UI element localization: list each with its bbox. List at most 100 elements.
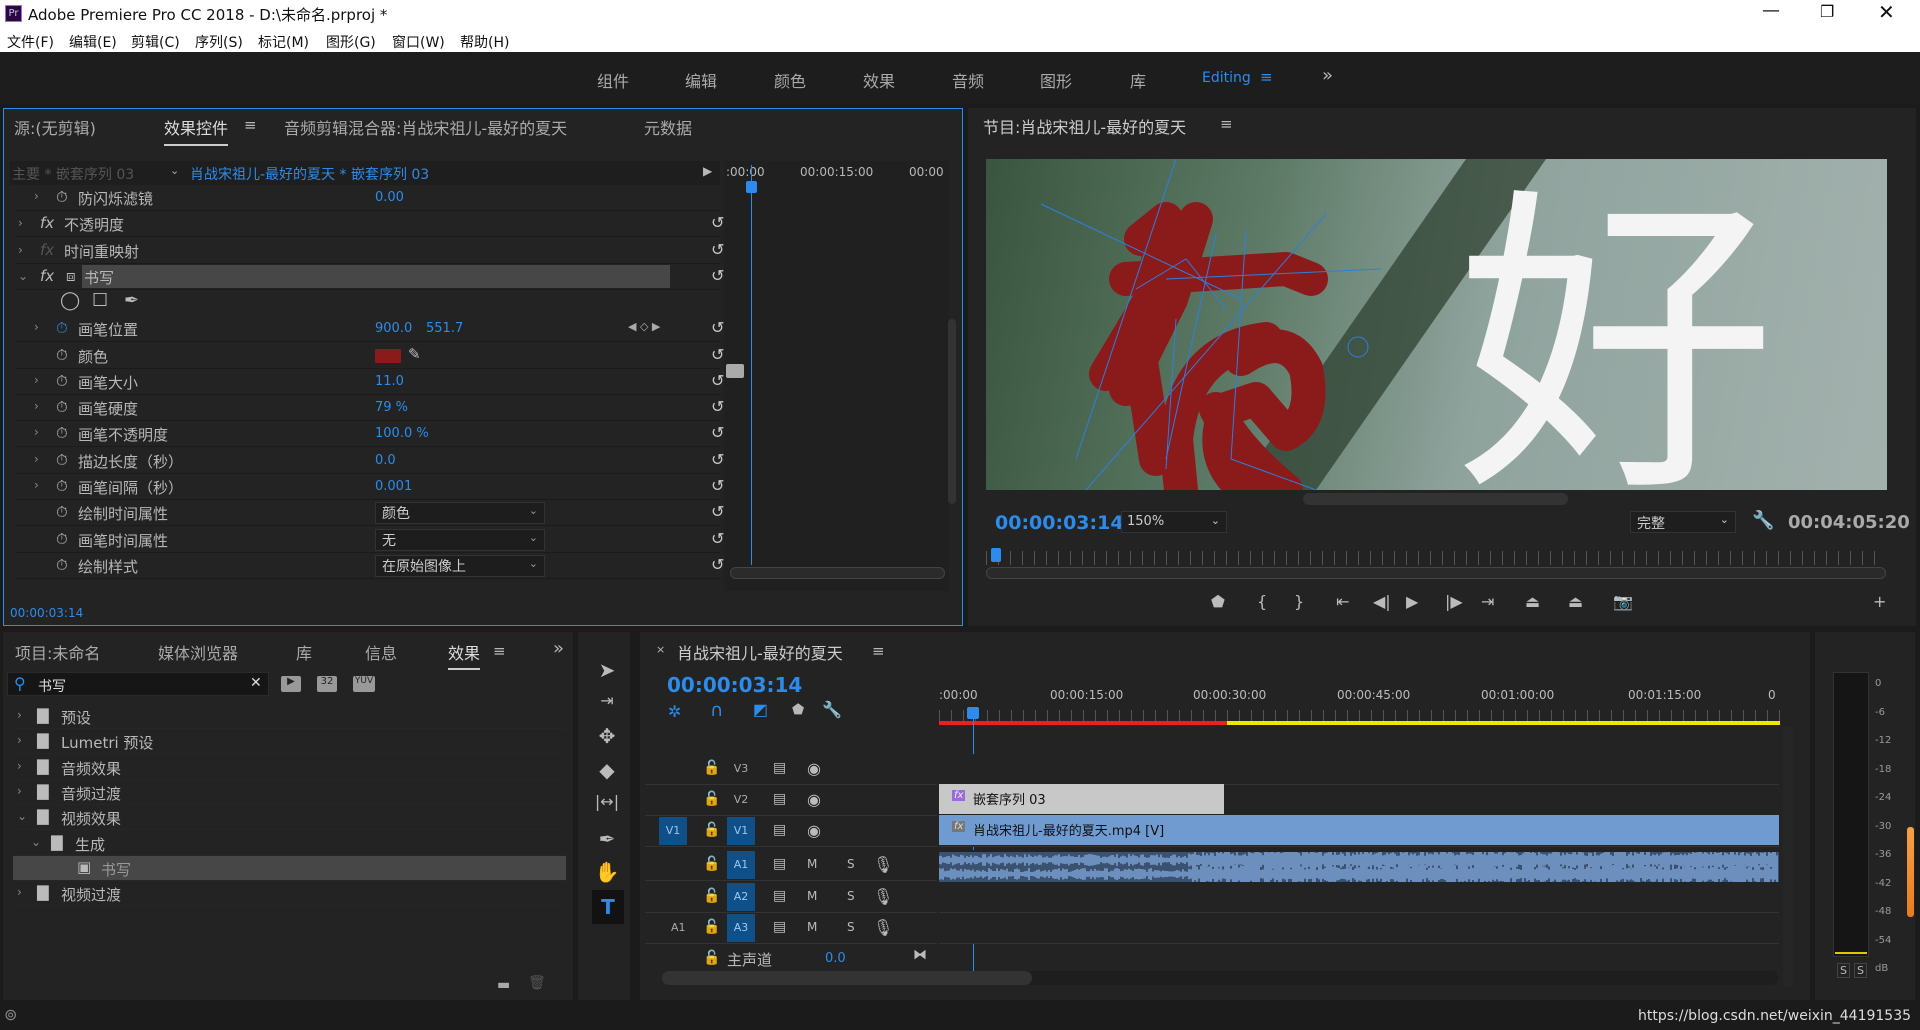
stopwatch-icon[interactable]: ⏱ bbox=[56, 372, 68, 390]
expand-chevron-icon[interactable]: › bbox=[18, 216, 23, 230]
panel-menu-icon[interactable]: ≡ bbox=[1220, 115, 1233, 133]
vertical-scrollbar[interactable] bbox=[948, 319, 956, 504]
sync-lock-icon[interactable]: ▤ bbox=[773, 791, 786, 807]
property-value[interactable]: 900.0 bbox=[375, 321, 412, 336]
menu-clip[interactable]: 剪辑(C) bbox=[131, 32, 180, 52]
chevron-right-icon[interactable]: › bbox=[17, 733, 22, 747]
property-dropdown[interactable]: 无 ⌄ bbox=[375, 528, 545, 551]
delete-icon[interactable]: 🗑 bbox=[528, 975, 546, 991]
toggle-track-output-eye-icon[interactable]: ◉ bbox=[807, 790, 821, 809]
close-button[interactable]: ✕ bbox=[1878, 0, 1895, 24]
program-playhead[interactable] bbox=[991, 548, 1001, 562]
property-value[interactable]: 79 % bbox=[375, 400, 408, 415]
accelerated-effects-filter[interactable]: ▶ bbox=[281, 676, 301, 692]
effects-tree-item[interactable]: ▣ 书写 bbox=[13, 855, 566, 881]
effects-tree-item[interactable]: › ▇ 视频过渡 bbox=[13, 881, 566, 907]
chevron-right-icon[interactable]: › bbox=[17, 759, 22, 773]
tab-effect-controls[interactable]: 效果控件 bbox=[164, 115, 229, 146]
chevron-down-icon[interactable]: ⌄ bbox=[31, 835, 41, 849]
effects-tree-item[interactable]: ⌄ ▇ 生成 bbox=[13, 831, 566, 856]
toggle-timeline-icon[interactable]: ▶ bbox=[703, 164, 712, 178]
effects-tree-item[interactable]: › ▇ 预设 bbox=[13, 704, 566, 729]
sync-lock-icon[interactable]: ▤ bbox=[773, 856, 786, 872]
property-value[interactable]: 11.0 bbox=[375, 374, 404, 389]
program-zoom-scrollbar[interactable] bbox=[986, 567, 1886, 579]
keyframe-nav-icon[interactable]: ◀ ◇ ▶ bbox=[628, 320, 660, 333]
eyedropper-icon[interactable]: ✎ bbox=[408, 345, 421, 363]
effects-tree-item[interactable]: › ▇ 音频效果 bbox=[13, 755, 566, 780]
reset-icon[interactable]: ↺ bbox=[711, 555, 724, 574]
expand-chevron-icon[interactable]: › bbox=[34, 425, 39, 439]
stopwatch-icon[interactable]: ⏱ bbox=[56, 477, 68, 495]
expand-chevron-icon[interactable]: › bbox=[34, 452, 39, 466]
color-swatch[interactable] bbox=[375, 348, 401, 363]
track-target-v3[interactable]: V3 bbox=[727, 755, 755, 783]
stopwatch-icon[interactable]: ⏱ bbox=[56, 530, 68, 548]
mini-playhead-handle[interactable] bbox=[746, 181, 757, 193]
track-lock-icon[interactable]: 🔓 bbox=[703, 950, 720, 966]
voice-over-record-icon[interactable]: 🎙 bbox=[873, 918, 893, 937]
clip-dropdown-icon[interactable]: ⌄ bbox=[170, 164, 179, 177]
menu-file[interactable]: 文件(F) bbox=[7, 32, 54, 52]
stopwatch-icon[interactable]: ⏱ bbox=[56, 398, 68, 416]
add-marker-icon[interactable]: ⬟ bbox=[792, 702, 804, 718]
snap-icon[interactable]: ∩ bbox=[710, 700, 723, 721]
solo-right-button[interactable]: S bbox=[1854, 963, 1867, 978]
yuv-effects-filter[interactable]: YUV bbox=[353, 676, 375, 692]
track-target-a3[interactable]: A3 bbox=[727, 914, 755, 942]
expand-chevron-icon[interactable]: › bbox=[18, 243, 23, 257]
reset-icon[interactable]: ↺ bbox=[711, 240, 724, 259]
sync-lock-icon[interactable]: ▤ bbox=[773, 822, 786, 838]
source-patch-v1[interactable]: V1 bbox=[659, 817, 687, 845]
slip-tool[interactable]: |↔| bbox=[594, 792, 620, 811]
menu-marker[interactable]: 标记(M) bbox=[258, 32, 309, 52]
add-marker-icon[interactable]: ⬟ bbox=[1211, 592, 1225, 611]
menu-graphics[interactable]: 图形(G) bbox=[326, 32, 376, 52]
zoom-level-dropdown[interactable]: 150% ⌄ bbox=[1121, 511, 1227, 533]
workspace-libraries[interactable]: 库 bbox=[1130, 68, 1146, 92]
playback-resolution-dropdown[interactable]: 完整 ⌄ bbox=[1630, 511, 1736, 533]
fx-toggle-icon[interactable]: fx bbox=[40, 267, 54, 285]
search-input[interactable]: 书写 bbox=[38, 676, 66, 696]
chevron-down-icon[interactable]: ⌄ bbox=[17, 809, 27, 823]
minimize-button[interactable]: — bbox=[1762, 0, 1780, 21]
creative-cloud-icon[interactable]: ⊚ bbox=[4, 1005, 17, 1024]
effects-tree-item[interactable]: › ▇ 音频过渡 bbox=[13, 780, 566, 805]
panel-menu-icon[interactable]: ≡ bbox=[872, 642, 885, 660]
fx-toggle-icon[interactable]: fx bbox=[40, 214, 54, 232]
sync-lock-icon[interactable]: ▤ bbox=[773, 888, 786, 904]
track-lock-icon[interactable]: 🔓 bbox=[703, 822, 720, 838]
stopwatch-icon[interactable]: ⏱ bbox=[56, 424, 68, 442]
track-lock-icon[interactable]: 🔓 bbox=[703, 760, 720, 776]
reset-icon[interactable]: ↺ bbox=[711, 266, 724, 285]
mark-in-icon[interactable]: { bbox=[1257, 592, 1267, 611]
reset-icon[interactable]: ↺ bbox=[711, 371, 724, 390]
voice-over-record-icon[interactable]: 🎙 bbox=[873, 855, 893, 874]
menu-edit[interactable]: 编辑(E) bbox=[69, 32, 117, 52]
sequence-timecode[interactable]: 00:00:03:14 bbox=[667, 673, 802, 697]
track-target-a2[interactable]: A2 bbox=[727, 883, 755, 911]
hand-tool[interactable]: ✋ bbox=[594, 860, 620, 884]
property-value[interactable]: 100.0 % bbox=[375, 426, 429, 441]
stopwatch-icon[interactable]: ⏱ bbox=[56, 188, 68, 206]
reset-icon[interactable]: ↺ bbox=[711, 318, 724, 337]
toggle-track-output-eye-icon[interactable]: ◉ bbox=[807, 821, 821, 840]
reset-icon[interactable]: ↺ bbox=[711, 476, 724, 495]
lift-icon[interactable]: ⏏ bbox=[1525, 592, 1540, 611]
workspace-audio[interactable]: 音频 bbox=[952, 68, 984, 92]
pen-tool[interactable]: ✒ bbox=[594, 827, 620, 851]
sync-lock-icon[interactable]: ▤ bbox=[773, 760, 786, 776]
clear-search-icon[interactable]: ✕ bbox=[250, 675, 262, 691]
tab-metadata[interactable]: 元数据 bbox=[644, 115, 692, 139]
property-value-y[interactable]: 551.7 bbox=[426, 321, 463, 336]
clip-nested-sequence[interactable]: fx 嵌套序列 03 bbox=[939, 784, 1224, 814]
tab-audio-clip-mixer[interactable]: 音频剪辑混合器:肖战宋祖儿-最好的夏天 bbox=[284, 115, 567, 139]
menu-sequence[interactable]: 序列(S) bbox=[195, 32, 243, 52]
meter-volume-fader[interactable] bbox=[1907, 827, 1914, 917]
workspace-editing[interactable]: Editing bbox=[1202, 70, 1251, 86]
pen-mask-icon[interactable]: ✒ bbox=[124, 290, 139, 311]
go-to-out-icon[interactable]: ⇥ bbox=[1481, 592, 1494, 611]
track-lock-icon[interactable]: 🔓 bbox=[703, 888, 720, 904]
reset-icon[interactable]: ↺ bbox=[711, 213, 724, 232]
workspace-graphics[interactable]: 图形 bbox=[1040, 68, 1072, 92]
